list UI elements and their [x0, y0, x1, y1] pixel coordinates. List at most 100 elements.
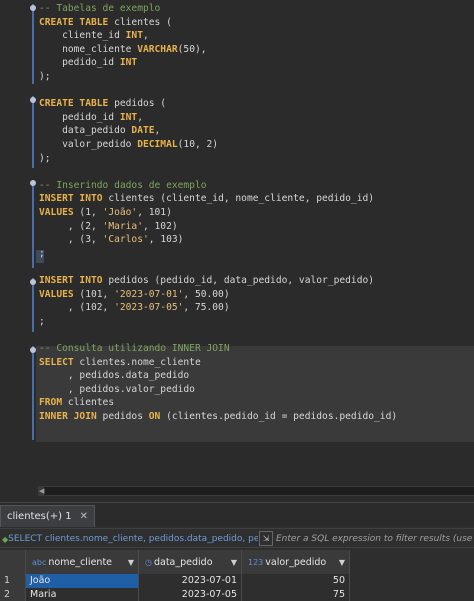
header-filler	[350, 550, 474, 574]
tab-clientes-results[interactable]: clientes(+) 1 ✕	[0, 505, 95, 527]
code-token: INT	[119, 111, 138, 123]
code-line[interactable]: , (102, '2023-07-05', 75.00)	[39, 301, 230, 314]
code-token: SELECT	[39, 356, 74, 368]
code-token: 'João'	[102, 207, 138, 218]
cell-valor-pedido[interactable]: 75	[242, 588, 350, 601]
code-line[interactable]: , pedidos.valor_pedido	[39, 383, 195, 396]
statement-block-bar	[32, 346, 34, 440]
column-name: valor_pedido	[265, 556, 327, 568]
code-line[interactable]: pedido_id INT,	[39, 111, 143, 124]
code-token: valor_pedido	[39, 139, 138, 150]
table-row[interactable]: 2 Maria 2023-07-05 75	[0, 588, 474, 601]
code-token: DATE	[131, 125, 155, 137]
sort-icon[interactable]: ▼	[128, 558, 134, 567]
code-token: , (2,	[39, 220, 103, 232]
code-token: VARCHAR	[137, 43, 178, 55]
column-name: data_pedido	[153, 556, 213, 568]
statement-marker[interactable]	[30, 97, 36, 103]
code-line[interactable]: -- Consulta utilizando INNER JOIN	[39, 342, 230, 355]
code-line[interactable]: ;	[39, 247, 45, 260]
code-token: , 101)	[137, 207, 172, 218]
code-line[interactable]: valor_pedido DECIMAL(10, 2)	[39, 138, 218, 151]
code-token: (10, 2)	[177, 139, 219, 150]
code-token: CREATE TABLE	[39, 16, 109, 28]
editor-horizontal-scrollbar[interactable]	[38, 486, 474, 496]
results-grid: abc nome_cliente ▼ ◷ data_pedido ▼ 123 v…	[0, 550, 474, 601]
scrollbar-thumb[interactable]	[44, 487, 474, 495]
cell-valor-pedido[interactable]: 50	[242, 574, 350, 588]
code-line[interactable]: nome_cliente VARCHAR(50),	[39, 43, 207, 56]
code-token: , 102)	[142, 220, 178, 232]
code-token: clientes (	[108, 16, 172, 28]
column-header-nome-cliente[interactable]: abc nome_cliente ▼	[26, 550, 139, 574]
sort-icon[interactable]: ▼	[339, 558, 345, 567]
filter-input[interactable]: Enter a SQL expression to filter results…	[276, 532, 474, 546]
code-token: pedidos	[96, 411, 149, 422]
text-type-icon: abc	[32, 557, 47, 567]
code-token: ;	[39, 247, 45, 259]
code-line[interactable]: ;	[39, 315, 45, 328]
close-icon[interactable]: ✕	[80, 511, 88, 522]
code-token: VALUES	[39, 207, 74, 218]
code-token: -- Consulta utilizando INNER JOIN	[39, 343, 230, 354]
cell-data-pedido[interactable]: 2023-07-05	[139, 588, 242, 601]
code-token: ;	[39, 315, 45, 327]
statement-marker[interactable]	[30, 279, 36, 285]
code-line[interactable]: CREATE TABLE pedidos (	[39, 97, 166, 110]
code-token: data_pedido	[39, 125, 132, 137]
code-token: pedido_id	[39, 57, 120, 69]
code-token: '2023-07-01'	[114, 288, 184, 300]
code-line[interactable]: VALUES (1, 'João', 101)	[39, 206, 172, 219]
code-line[interactable]: );	[39, 70, 51, 83]
filter-bar: ◆ SELECT clientes.nome_cliente, pedidos.…	[0, 528, 474, 548]
row-number-header	[0, 550, 26, 574]
code-line[interactable]: -- Tabelas de exemplo	[39, 2, 160, 15]
cell-nome-cliente[interactable]: João	[26, 574, 139, 588]
statement-marker[interactable]	[30, 5, 36, 11]
statement-marker[interactable]	[30, 180, 36, 186]
code-line[interactable]: data_pedido DATE,	[39, 124, 160, 137]
code-line[interactable]: INSERT INTO clientes (cliente_id, nome_c…	[39, 192, 374, 205]
code-token: (clientes.pedido_id = pedidos.pedido_id)	[160, 411, 398, 422]
sort-icon[interactable]: ▼	[231, 558, 237, 567]
code-line[interactable]: CREATE TABLE clientes (	[39, 16, 172, 29]
code-token: -- Inserindo dados de exemplo	[39, 179, 207, 191]
code-line[interactable]: -- Inserindo dados de exemplo	[39, 179, 207, 192]
code-token: INT	[119, 57, 138, 69]
code-token: , pedidos.data_pedido	[39, 370, 190, 382]
code-line[interactable]: cliente_id INT,	[39, 29, 149, 42]
sql-editor[interactable]: -- Tabelas de exemplo CREATE TABLE client…	[0, 0, 474, 496]
code-token: clientes (cliente_id, nome_cliente, pedi…	[102, 193, 375, 205]
table-row[interactable]: 1 João 2023-07-01 50	[0, 574, 474, 588]
code-token: VALUES	[39, 288, 74, 300]
column-header-data-pedido[interactable]: ◷ data_pedido ▼	[139, 550, 242, 574]
code-token: , pedidos.valor_pedido	[39, 383, 195, 395]
cell-data-pedido[interactable]: 2023-07-01	[139, 574, 242, 588]
code-line[interactable]: SELECT clientes.nome_cliente	[39, 356, 201, 369]
results-panel: clientes(+) 1 ✕ ◆ SELECT clientes.nome_c…	[0, 502, 474, 601]
query-text: SELECT clientes.nome_cliente, pedidos.da…	[8, 534, 258, 544]
code-token: cliente_id	[39, 30, 126, 42]
code-token: INT	[125, 30, 143, 42]
code-line[interactable]: pedido_id INT	[39, 56, 137, 69]
statement-block-bar	[32, 4, 34, 84]
code-line[interactable]: FROM clientes	[39, 396, 114, 409]
code-token: ON	[148, 411, 161, 422]
column-header-valor-pedido[interactable]: 123 valor_pedido ▼	[242, 550, 350, 574]
code-line[interactable]: , pedidos.data_pedido	[39, 369, 189, 382]
code-line[interactable]: , (2, 'Maria', 102)	[39, 220, 178, 233]
code-token: clientes.nome_cliente	[73, 356, 201, 368]
row-number: 2	[0, 588, 26, 601]
code-line[interactable]: , (3, 'Carlos', 103)	[39, 233, 184, 246]
scroll-left-icon[interactable]: ◀	[39, 486, 45, 496]
code-line[interactable]: INNER JOIN pedidos ON (clientes.pedido_i…	[39, 410, 397, 423]
code-token: , 75.00)	[183, 302, 230, 314]
code-line[interactable]: );	[39, 152, 51, 165]
code-line[interactable]: INSERT INTO pedidos (pedido_id, data_ped…	[39, 274, 374, 287]
editor-gutter	[0, 0, 18, 484]
expand-icon[interactable]: ⇲	[259, 531, 273, 546]
code-token: (50),	[177, 43, 207, 55]
statement-block-bar	[32, 278, 34, 332]
cell-nome-cliente[interactable]: Maria	[26, 588, 139, 601]
code-line[interactable]: VALUES (101, '2023-07-01', 50.00)	[39, 288, 230, 301]
